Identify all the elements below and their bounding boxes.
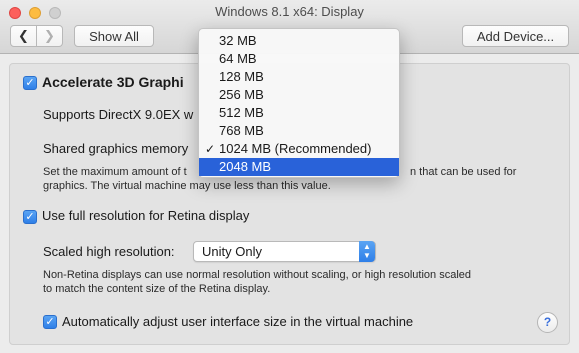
auto-adjust-checkbox[interactable]: ✓ bbox=[43, 315, 57, 329]
scaled-resolution-value: Unity Only bbox=[202, 244, 262, 259]
directx-support-text: Supports DirectX 9.0EX w bbox=[43, 107, 194, 122]
scaled-resolution-select[interactable]: Unity Only ▲ ▼ bbox=[193, 241, 376, 262]
shared-memory-dropdown-menu: 32 MB 64 MB 128 MB 256 MB 512 MB 768 MB … bbox=[198, 28, 400, 178]
memory-description-tail: n that can be used for bbox=[410, 166, 517, 178]
up-down-chevron-icon: ▲ ▼ bbox=[359, 241, 375, 262]
accelerate-3d-label: Accelerate 3D Graphi bbox=[42, 74, 184, 90]
memory-option-1024[interactable]: ✓ 1024 MB (Recommended) bbox=[199, 140, 399, 158]
memory-option-2048[interactable]: 2048 MB bbox=[199, 158, 399, 176]
full-resolution-checkbox[interactable]: ✓ bbox=[23, 210, 37, 224]
add-device-button[interactable]: Add Device... bbox=[462, 25, 569, 47]
chevron-right-icon: ❯ bbox=[44, 28, 55, 43]
memory-option-256[interactable]: 256 MB bbox=[199, 86, 399, 104]
memory-description-line2: graphics. The virtual machine may use le… bbox=[43, 180, 331, 192]
memory-option-768[interactable]: 768 MB bbox=[199, 122, 399, 140]
forward-button[interactable]: ❯ bbox=[36, 25, 63, 47]
memory-option-64[interactable]: 64 MB bbox=[199, 50, 399, 68]
memory-option-512[interactable]: 512 MB bbox=[199, 104, 399, 122]
show-all-button[interactable]: Show All bbox=[74, 25, 154, 47]
accelerate-3d-checkbox[interactable]: ✓ bbox=[23, 76, 37, 90]
checkmark-icon: ✓ bbox=[205, 142, 216, 156]
auto-adjust-label: Automatically adjust user interface size… bbox=[62, 314, 414, 329]
retina-note-line2: to match the content size of the Retina … bbox=[43, 283, 271, 295]
help-button[interactable]: ? bbox=[537, 312, 558, 333]
memory-option-128[interactable]: 128 MB bbox=[199, 68, 399, 86]
full-resolution-label: Use full resolution for Retina display bbox=[42, 208, 250, 223]
preferences-window: Windows 8.1 x64: Display ❮ ❯ Show All Ad… bbox=[0, 0, 579, 353]
shared-memory-label: Shared graphics memory bbox=[43, 141, 189, 156]
retina-note-line1: Non-Retina displays can use normal resol… bbox=[43, 269, 472, 281]
memory-description-start: Set the maximum amount of t bbox=[43, 166, 187, 178]
scaled-resolution-label: Scaled high resolution: bbox=[43, 244, 175, 259]
back-button[interactable]: ❮ bbox=[10, 25, 37, 47]
memory-option-32[interactable]: 32 MB bbox=[199, 32, 399, 50]
chevron-left-icon: ❮ bbox=[18, 28, 29, 43]
window-title: Windows 8.1 x64: Display bbox=[215, 4, 364, 19]
